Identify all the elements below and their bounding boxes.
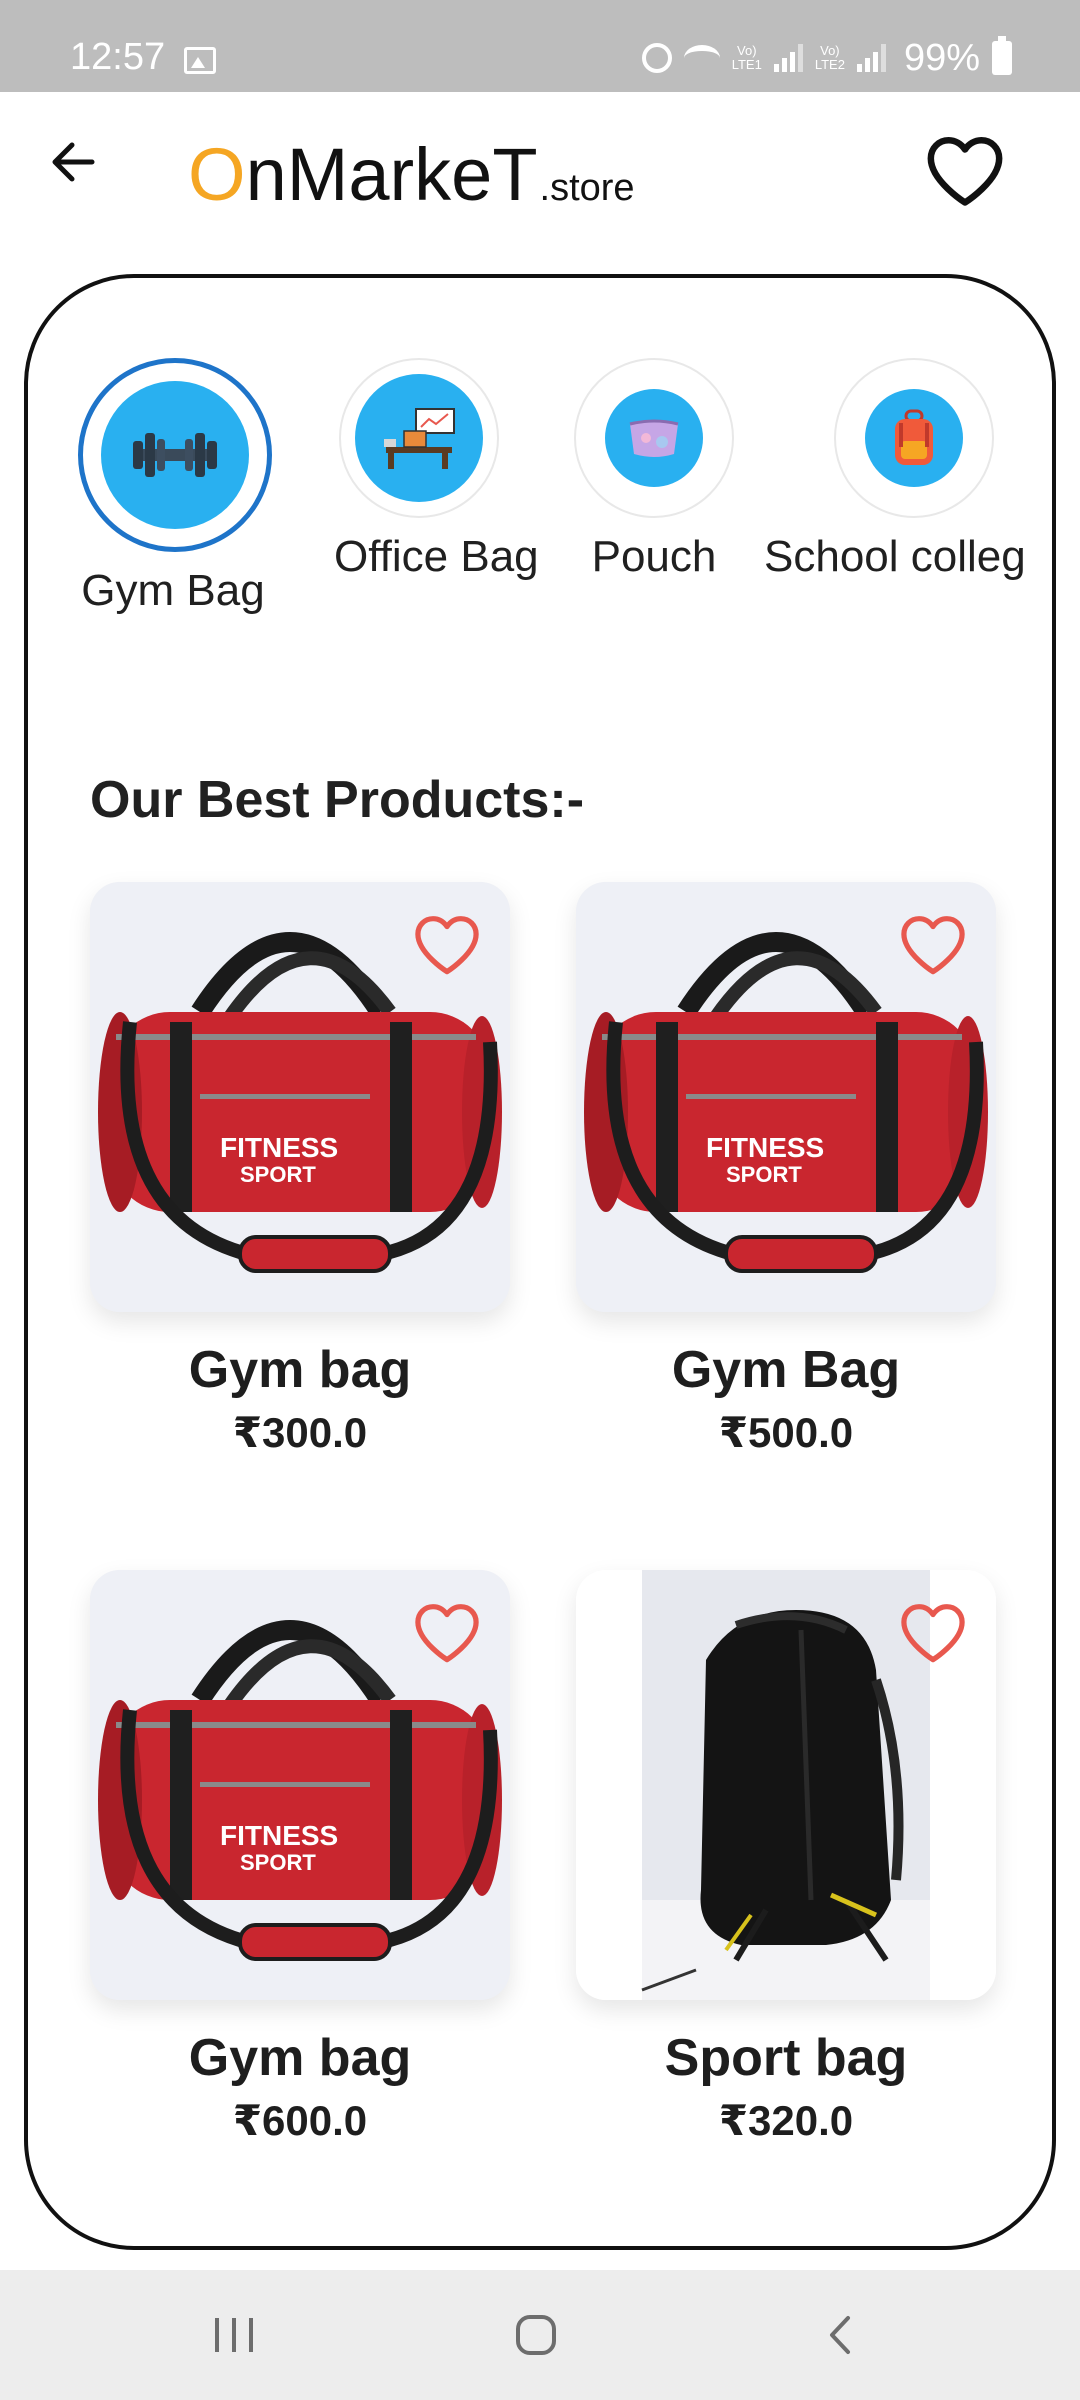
category-school-college[interactable]: School colleg	[764, 358, 1044, 582]
arrow-left-icon	[52, 142, 95, 182]
battery-percent: 99%	[903, 36, 980, 79]
heart-outline-icon	[927, 137, 1003, 206]
pouch-icon	[629, 419, 679, 457]
category-icon-bg	[101, 381, 249, 529]
heart-outline-icon[interactable]	[412, 912, 482, 976]
product-image[interactable]	[576, 1570, 996, 2000]
wifi-icon	[683, 45, 720, 71]
category-icon-bg	[865, 389, 963, 487]
category-gym-bag[interactable]: Gym Bag	[78, 358, 272, 616]
logo-suffix: .store	[539, 167, 635, 209]
category-circle	[574, 358, 734, 518]
heart-outline-icon[interactable]	[898, 912, 968, 976]
sim1-label: Vo) LTE1	[731, 43, 762, 72]
product-card[interactable]: FITNESS SPORT Gym Bag ₹500.0	[576, 882, 996, 1457]
product-card[interactable]: FITNESS SPORT Gym bag ₹600.0	[90, 1570, 510, 2145]
recent-apps-button[interactable]	[174, 2270, 294, 2400]
alarm-icon	[641, 43, 672, 73]
recent-apps-icon	[215, 2318, 253, 2352]
system-nav-bar	[0, 2270, 1080, 2400]
category-circle	[339, 358, 499, 518]
category-office-bag[interactable]: Office Bag	[334, 358, 539, 582]
category-label: School colleg	[764, 532, 1026, 581]
logo-letter: O	[188, 133, 246, 216]
svg-text:SPORT: SPORT	[240, 1162, 316, 1187]
product-price: ₹300.0	[232, 1409, 368, 1456]
app-logo: OnMarkeT.store	[188, 138, 635, 212]
category-icon-bg	[355, 374, 483, 502]
section-title: Our Best Products:-	[90, 771, 585, 829]
back-nav-button[interactable]	[780, 2270, 900, 2400]
product-name: Sport bag	[664, 2029, 908, 2087]
heart-outline-icon[interactable]	[412, 1600, 482, 1664]
status-time: 12:57	[70, 36, 166, 78]
product-price: ₹600.0	[232, 2097, 368, 2144]
back-chevron-icon	[830, 2316, 850, 2354]
svg-text:SPORT: SPORT	[240, 1850, 316, 1875]
svg-text:FITNESS: FITNESS	[220, 1132, 338, 1163]
heart-outline-icon[interactable]	[898, 1600, 968, 1664]
product-name: Gym Bag	[671, 1341, 901, 1399]
product-card[interactable]: FITNESS SPORT Gym bag ₹300.0	[90, 882, 510, 1457]
category-circle	[834, 358, 994, 518]
product-image[interactable]: FITNESS SPORT	[90, 1570, 510, 2000]
product-name: Gym bag	[188, 2029, 412, 2087]
category-icon-bg	[605, 389, 703, 487]
category-pouch[interactable]: Pouch	[574, 358, 734, 582]
home-button[interactable]	[476, 2270, 596, 2400]
favorites-button[interactable]	[924, 132, 1006, 208]
office-desk-icon	[384, 408, 455, 469]
product-price: ₹500.0	[718, 1409, 854, 1456]
main-card: Gym Bag Office Bag Pouch School colleg O…	[24, 274, 1056, 2250]
svg-text:FITNESS: FITNESS	[220, 1820, 338, 1851]
dumbbell-icon	[133, 433, 217, 477]
status-bar: 12:57 Vo) LTE1 Vo) LTE2 99%	[0, 0, 1080, 92]
category-label: Office Bag	[334, 532, 539, 581]
product-card[interactable]: Sport bag ₹320.0	[576, 1570, 996, 2145]
product-image[interactable]: FITNESS SPORT	[576, 882, 996, 1312]
category-label: Pouch	[591, 532, 717, 581]
category-label: Gym Bag	[81, 566, 265, 615]
product-image[interactable]: FITNESS SPORT	[90, 882, 510, 1312]
category-circle	[78, 358, 272, 552]
logo-text: nMarkeT	[245, 133, 538, 216]
product-name: Gym bag	[188, 1341, 412, 1399]
gallery-notification-icon	[184, 47, 216, 74]
svg-text:SPORT: SPORT	[726, 1162, 802, 1187]
product-price: ₹320.0	[718, 2097, 854, 2144]
home-icon	[516, 2315, 556, 2355]
back-button[interactable]	[42, 130, 106, 194]
battery-icon	[992, 36, 1012, 75]
svg-text:FITNESS: FITNESS	[706, 1132, 824, 1163]
sim2-label: Vo) LTE2	[814, 43, 845, 72]
signal-bars-icon	[773, 44, 803, 72]
status-icons: Vo) LTE1 Vo) LTE2 99%	[641, 36, 1012, 80]
school-backpack-icon	[895, 409, 933, 465]
signal-bars-icon	[856, 44, 886, 72]
